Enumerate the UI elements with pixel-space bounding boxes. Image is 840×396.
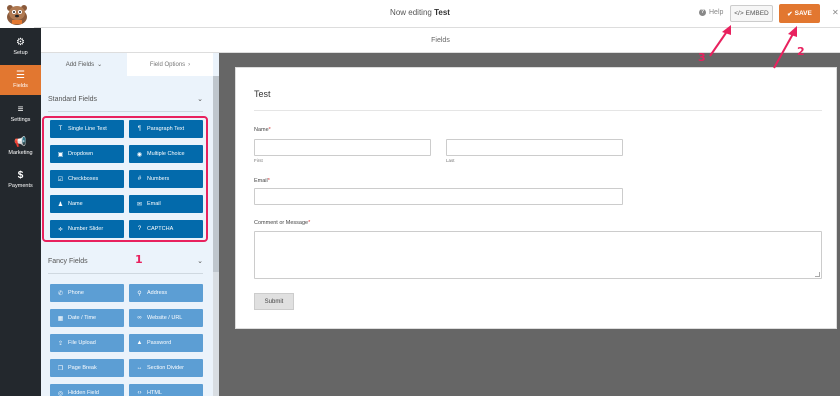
field-button-html[interactable]: ‹› HTML xyxy=(129,384,203,396)
chevron-right-icon: › xyxy=(188,61,191,68)
fields-list-icon: ☰ xyxy=(16,70,25,81)
upload-icon: ⇪ xyxy=(57,340,64,347)
megaphone-icon: 📢 xyxy=(14,137,27,148)
arrow-to-save xyxy=(773,31,795,69)
sidebar-item-fields[interactable]: ☰ Fields xyxy=(0,65,41,95)
sidebar-item-label: Marketing xyxy=(8,150,33,156)
resize-handle[interactable] xyxy=(815,272,820,277)
form-preview: Test Name* First Last Email* Comment or … xyxy=(235,67,837,329)
dollar-icon: $ xyxy=(17,170,24,181)
sidebar-item-payments[interactable]: $ Payments xyxy=(0,165,41,195)
map-pin-icon: ⚲ xyxy=(137,290,142,297)
label-text: Email xyxy=(254,178,268,184)
field-button-page-break[interactable]: ❐ Page Break xyxy=(50,359,124,377)
lock-icon: ▲ xyxy=(136,340,143,346)
tab-label: Add Fields xyxy=(65,61,95,68)
field-label: Password xyxy=(147,340,172,346)
tab-add-fields[interactable]: Add Fields ⌄ xyxy=(41,53,127,76)
question-circle-icon: ? xyxy=(699,9,706,16)
required-mark: * xyxy=(308,220,311,226)
annotation-number-3: 3 xyxy=(698,51,706,64)
label-text: Comment or Message xyxy=(254,220,309,226)
builder-sidebar: ⚙ Setup ☰ Fields ≡ Settings 📢 Marketing … xyxy=(0,28,41,396)
label-text: Name xyxy=(254,127,269,133)
code-icon: ‹› xyxy=(137,390,142,396)
panel-tabs: Add Fields ⌄ Field Options › xyxy=(41,53,219,76)
form-name: Test xyxy=(434,8,450,17)
gear-icon: ⚙ xyxy=(16,37,25,48)
title-prefix: Now editing xyxy=(390,8,432,17)
message-label: Comment or Message* xyxy=(254,220,310,226)
annotation-number-1: 1 xyxy=(135,253,143,266)
copy-icon: ❐ xyxy=(57,365,64,372)
embed-label: EMBED xyxy=(745,10,769,17)
chevron-down-icon: ⌄ xyxy=(97,62,103,68)
field-button-hidden-field[interactable]: ◎ Hidden Field xyxy=(50,384,124,396)
tab-label: Field Options xyxy=(149,61,186,68)
field-button-password[interactable]: ▲ Password xyxy=(129,334,203,352)
chevron-down-icon: ⌄ xyxy=(197,258,203,265)
divider xyxy=(48,111,203,112)
field-label: HTML xyxy=(147,390,162,396)
group-title: Fancy Fields xyxy=(48,257,88,265)
field-label: Page Break xyxy=(68,365,97,371)
sidebar-item-label: Fields xyxy=(13,83,28,89)
field-button-phone[interactable]: ✆ Phone xyxy=(50,284,124,302)
field-button-website-url[interactable]: ∞ Website / URL xyxy=(129,309,203,327)
field-label: Date / Time xyxy=(68,315,97,321)
group-title: Standard Fields xyxy=(48,95,98,103)
first-sublabel: First xyxy=(254,158,263,163)
sidebar-item-setup[interactable]: ⚙ Setup xyxy=(0,32,41,62)
help-link[interactable]: ? Help xyxy=(699,9,723,16)
arrowhead-embed xyxy=(722,25,731,35)
sidebar-item-settings[interactable]: ≡ Settings xyxy=(0,99,41,129)
phone-icon: ✆ xyxy=(57,290,64,297)
sidebar-item-label: Payments xyxy=(8,183,33,189)
divider xyxy=(254,110,822,111)
last-sublabel: Last xyxy=(446,158,455,163)
eye-slash-icon: ◎ xyxy=(57,390,64,396)
annotation-number-2: 2 xyxy=(797,45,805,58)
email-label: Email* xyxy=(254,178,270,184)
help-label: Help xyxy=(709,9,724,16)
last-name-input[interactable] xyxy=(446,139,623,156)
arrow-to-embed xyxy=(709,29,729,57)
submit-button[interactable]: Submit xyxy=(254,293,294,310)
divider xyxy=(48,273,203,274)
save-label: SAVE xyxy=(794,10,812,17)
email-input[interactable] xyxy=(254,188,623,205)
field-button-file-upload[interactable]: ⇪ File Upload xyxy=(50,334,124,352)
tab-field-options[interactable]: Field Options › xyxy=(127,53,213,76)
standard-fields-toggle[interactable]: Standard Fields ⌄ xyxy=(48,95,203,104)
fancy-fields-toggle[interactable]: Fancy Fields ⌄ xyxy=(48,257,203,266)
close-icon[interactable]: ✕ xyxy=(832,8,839,17)
field-button-section-divider[interactable]: ↔ Section Divider xyxy=(129,359,203,377)
chevron-down-icon: ⌄ xyxy=(197,96,203,103)
sidebar-item-marketing[interactable]: 📢 Marketing xyxy=(0,132,41,162)
message-textarea[interactable] xyxy=(254,231,822,279)
arrowhead-save xyxy=(788,26,797,37)
field-label: Section Divider xyxy=(147,365,184,371)
sidebar-item-label: Setup xyxy=(13,50,28,56)
first-name-input[interactable] xyxy=(254,139,431,156)
required-mark: * xyxy=(267,178,270,184)
divider-icon: ↔ xyxy=(136,365,143,371)
field-label: Phone xyxy=(68,290,84,296)
field-label: File Upload xyxy=(68,340,96,346)
checkmark-icon: ✔ xyxy=(787,10,793,18)
code-icon: </> xyxy=(734,10,744,17)
form-title: Test xyxy=(254,89,271,99)
field-label: Website / URL xyxy=(147,315,183,321)
sliders-icon: ≡ xyxy=(17,104,24,115)
field-button-date-time[interactable]: ▦ Date / Time xyxy=(50,309,124,327)
calendar-icon: ▦ xyxy=(57,315,64,322)
field-label: Hidden Field xyxy=(68,390,99,396)
field-button-address[interactable]: ⚲ Address xyxy=(129,284,203,302)
standard-fields-highlight xyxy=(42,116,208,242)
required-mark: * xyxy=(268,127,271,133)
sidebar-item-label: Settings xyxy=(10,117,31,123)
field-label: Address xyxy=(147,290,168,296)
link-icon: ∞ xyxy=(137,315,142,321)
name-label: Name* xyxy=(254,127,271,133)
